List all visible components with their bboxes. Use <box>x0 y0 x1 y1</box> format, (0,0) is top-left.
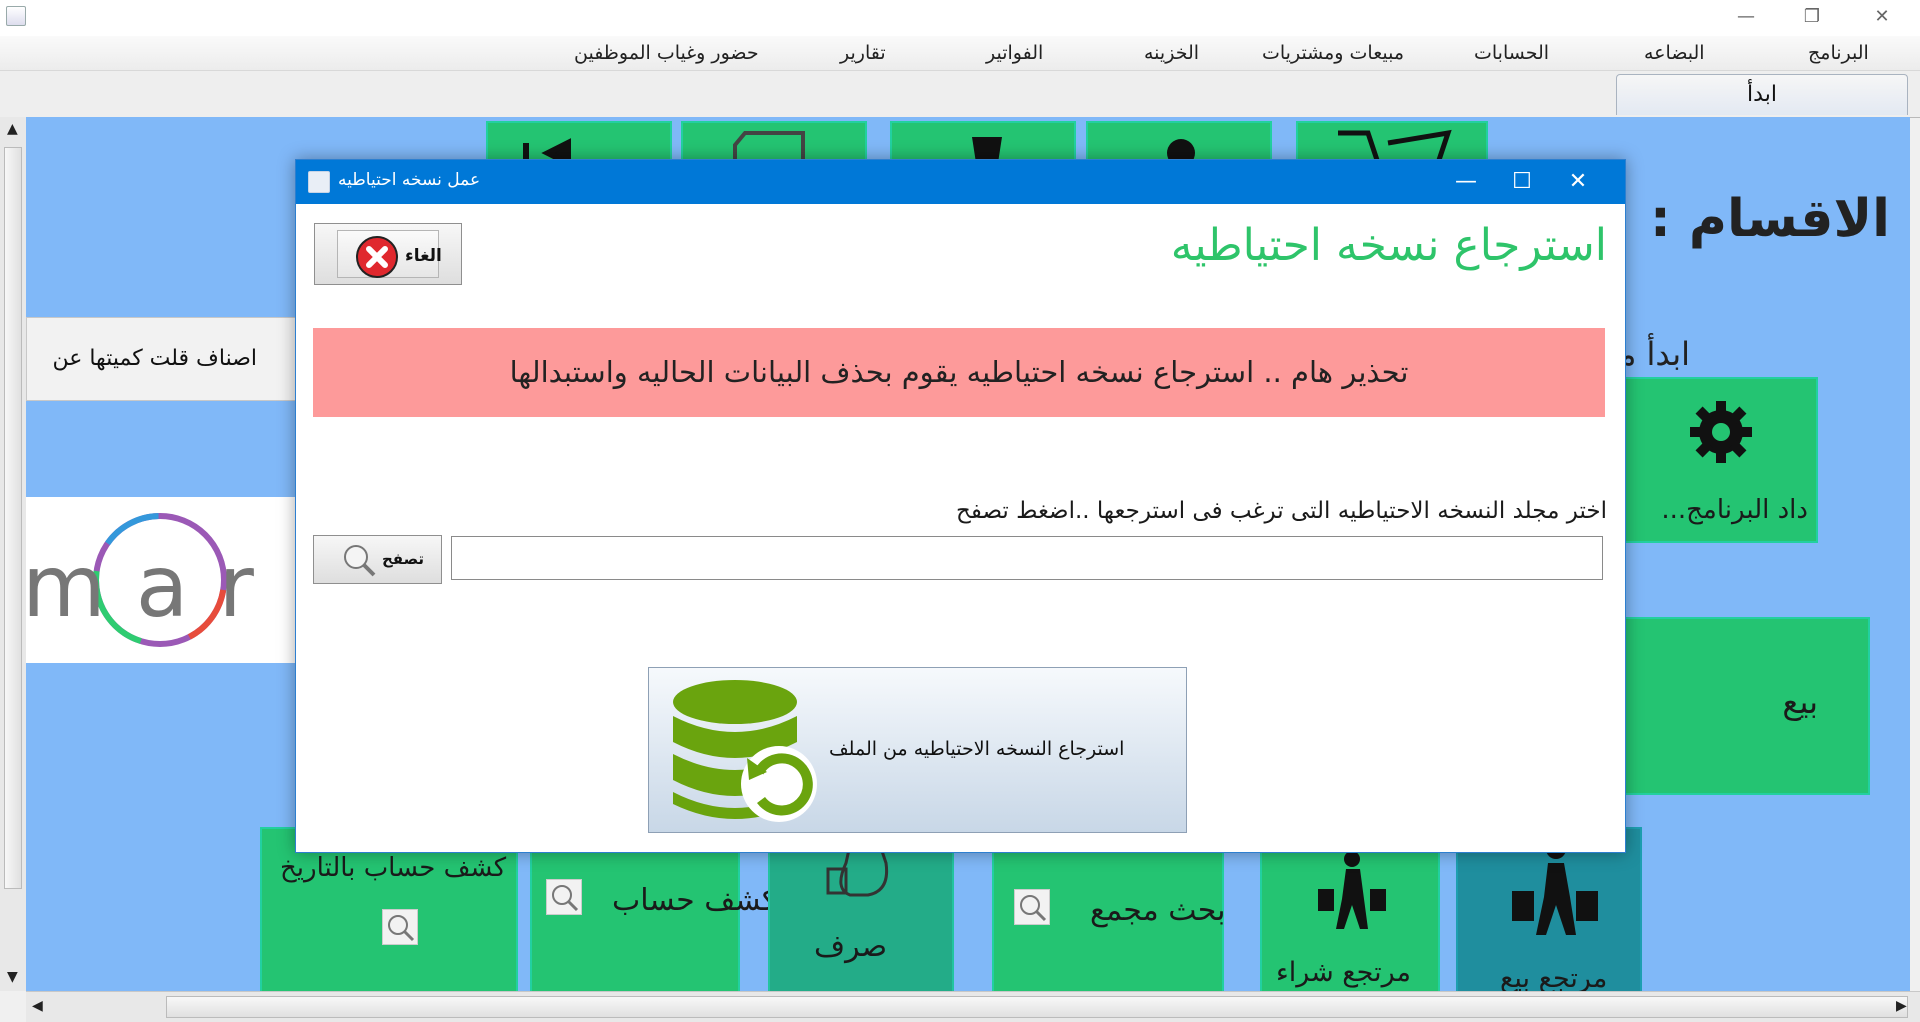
warning-banner: تحذير هام .. استرجاع نسخه احتياطيه يقوم … <box>313 328 1605 417</box>
shopper-icon <box>1318 851 1386 929</box>
cancel-button[interactable]: الغاء <box>314 223 462 285</box>
restore-backup-dialog: عمل نسخه احتياطيه — ☐ ✕ الغاء استرجاع نس… <box>295 159 1626 853</box>
backup-path-input[interactable] <box>451 536 1603 580</box>
low-stock-label: اصناف قلت كميتها عن <box>52 346 257 371</box>
sell-tile[interactable]: بيع <box>1620 617 1870 795</box>
scroll-up-arrow-icon[interactable]: ▲ <box>7 121 18 137</box>
dialog-heading: استرجاع نسخه احتياطيه <box>1170 220 1607 271</box>
warning-text: تحذير هام .. استرجاع نسخه احتياطيه يقوم … <box>509 355 1409 389</box>
cancel-x-icon <box>356 236 398 278</box>
java-app-icon <box>6 6 26 26</box>
vertical-scroll-thumb[interactable] <box>4 147 22 889</box>
search-icon <box>546 879 582 915</box>
account-by-date-label: كشف حساب بالتاريخ <box>280 853 507 883</box>
horizontal-scroll-thumb[interactable] <box>166 996 1908 1018</box>
restore-button-label: استرجاع النسخه الاحتياطيه من الملف <box>829 738 1125 760</box>
menu-attendance[interactable]: حضور وغياب الموظفين <box>574 42 759 64</box>
scroll-down-arrow-icon[interactable]: ▼ <box>7 969 18 985</box>
menu-goods[interactable]: البضاعه <box>1644 42 1705 64</box>
menu-sales-purchases[interactable]: مبيعات ومشتريات <box>1262 42 1404 64</box>
dialog-title-bar[interactable]: عمل نسخه احتياطيه — ☐ ✕ <box>296 160 1625 204</box>
restore-button[interactable]: ❐ <box>1792 4 1832 30</box>
cancel-label: الغاء <box>405 246 442 266</box>
horizontal-scrollbar[interactable]: ◀ ▶ <box>26 991 1920 1022</box>
menu-program[interactable]: البرنامج <box>1808 42 1869 64</box>
menu-bar <box>0 36 1920 71</box>
account-statement-label: كشف حساب <box>612 883 777 918</box>
settings-tile[interactable]: داد البرنامج... <box>1624 377 1818 543</box>
dialog-minimize-button[interactable]: — <box>1446 166 1486 198</box>
dialog-maximize-button[interactable]: ☐ <box>1502 166 1542 198</box>
minimize-button[interactable]: — <box>1726 4 1766 30</box>
dialog-title: عمل نسخه احتياطيه <box>338 170 481 190</box>
scroll-right-arrow-icon[interactable]: ▶ <box>1896 998 1907 1014</box>
menu-reports[interactable]: تقارير <box>840 42 886 64</box>
browse-label: تصفح <box>382 550 425 568</box>
menu-invoices[interactable]: الفواتير <box>986 42 1043 64</box>
gear-icon <box>1690 401 1752 463</box>
main-title-bar <box>0 0 1920 36</box>
logo-text: mar <box>26 537 284 637</box>
dialog-close-button[interactable]: ✕ <box>1558 166 1598 198</box>
scroll-left-arrow-icon[interactable]: ◀ <box>32 998 43 1014</box>
aggregate-search-label: بحث مجمع <box>1090 893 1226 928</box>
sell-tile-label: بيع <box>1782 683 1818 721</box>
java-coffee-icon <box>308 171 330 193</box>
settings-tile-label: داد البرنامج... <box>1661 495 1808 525</box>
menu-accounts[interactable]: الحسابات <box>1474 42 1549 64</box>
search-icon <box>344 545 376 577</box>
sections-heading: الاقسام : <box>1649 189 1890 249</box>
logo-panel: mar <box>26 497 296 663</box>
restore-backup-button[interactable]: استرجاع النسخه الاحتياطيه من الملف <box>648 667 1187 833</box>
menu-treasury[interactable]: الخزينه <box>1144 42 1199 64</box>
close-button[interactable]: ✕ <box>1862 4 1902 30</box>
expense-label: صرف <box>814 929 888 964</box>
search-icon <box>382 909 418 945</box>
sales-return-label: مرتجع بيع <box>1500 963 1608 991</box>
search-icon <box>1014 889 1050 925</box>
vertical-scrollbar[interactable]: ▲ ▼ <box>0 117 27 991</box>
low-stock-panel[interactable]: اصناف قلت كميتها عن <box>26 317 298 401</box>
database-restore-icon <box>673 680 817 822</box>
choose-folder-label: اختر مجلد النسخه الاحتياطيه التى ترغب فى… <box>955 498 1607 524</box>
purchase-return-label: مرتجع شراء <box>1276 957 1411 988</box>
tab-start[interactable]: ابدأ <box>1616 74 1908 115</box>
browse-button[interactable]: تصفح <box>313 535 442 584</box>
